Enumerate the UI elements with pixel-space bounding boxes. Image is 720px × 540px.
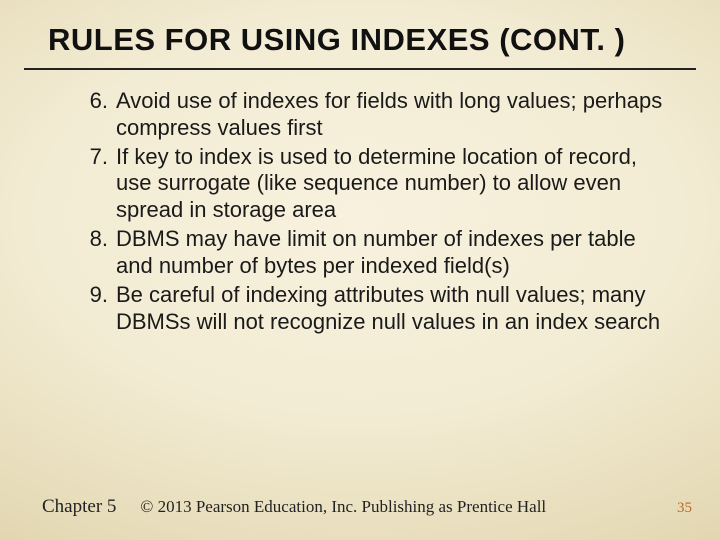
copyright-text: © 2013 Pearson Education, Inc. Publishin… <box>140 497 546 517</box>
slide-body: Avoid use of indexes for fields with lon… <box>0 70 720 335</box>
rules-list-item: DBMS may have limit on number of indexes… <box>116 226 672 280</box>
slide-title: RULES FOR USING INDEXES (CONT. ) <box>0 0 720 66</box>
chapter-label: Chapter 5 <box>42 496 116 518</box>
slide-footer: Chapter 5 © 2013 Pearson Education, Inc.… <box>0 496 720 518</box>
rules-list-item: Avoid use of indexes for fields with lon… <box>116 88 672 142</box>
rules-list: Avoid use of indexes for fields with lon… <box>48 88 672 335</box>
rules-list-item: Be careful of indexing attributes with n… <box>116 282 672 336</box>
rules-list-item: If key to index is used to determine loc… <box>116 144 672 224</box>
page-number: 35 <box>677 500 692 517</box>
